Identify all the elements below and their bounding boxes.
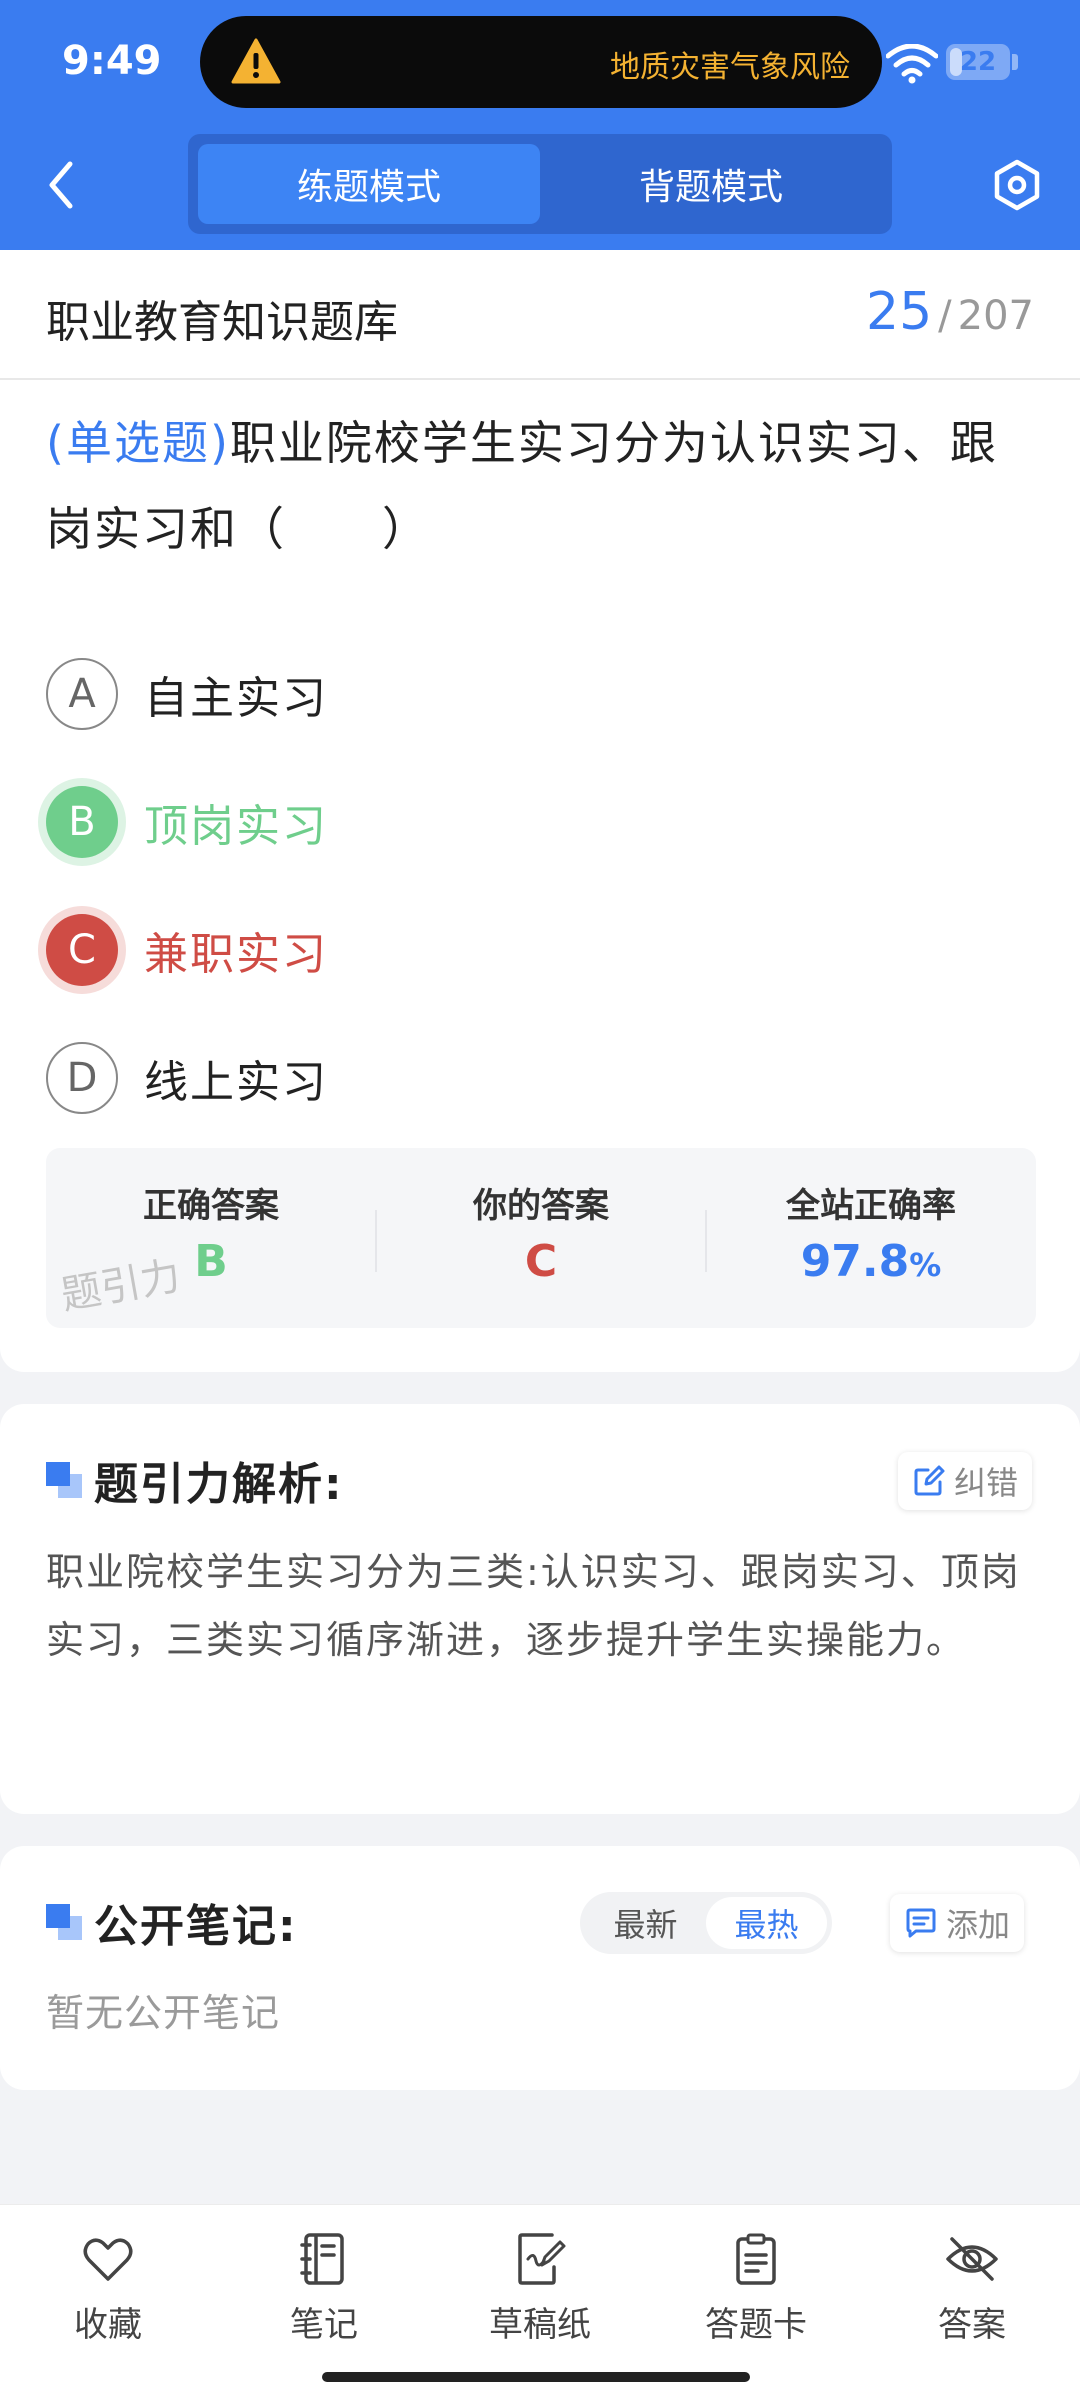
progress-current: 25	[865, 282, 933, 342]
question-text: (单选题)职业院校学生实习分为认识实习、跟岗实习和（ ）	[46, 400, 1036, 572]
analysis-title: 题引力解析:	[94, 1459, 344, 1510]
eye-off-icon	[946, 2237, 998, 2281]
public-notes-card: 公开笔记: 最新 最热 添加 暂无公开笔记	[0, 1846, 1080, 2090]
your-answer-col: 你的答案 C	[376, 1148, 706, 1328]
comment-icon	[906, 1908, 936, 1938]
home-indicator[interactable]	[322, 2372, 750, 2382]
option-a[interactable]: A 自主实习	[46, 658, 328, 730]
option-letter: B	[46, 786, 118, 858]
heart-icon	[83, 2238, 133, 2281]
option-text: 线上实习	[144, 1057, 328, 1108]
option-letter: C	[46, 914, 118, 986]
empty-notes-text: 暂无公开笔记	[46, 1991, 281, 2035]
question-card: 职业教育知识题库 25 / 207 (单选题)职业院校学生实习分为认识实习、跟岗…	[0, 250, 1080, 1372]
favorite-label: 收藏	[74, 2305, 142, 2345]
question-bank-title: 职业教育知识题库	[46, 297, 398, 348]
draft-paper-label: 草稿纸	[489, 2305, 591, 2345]
weather-alert-island[interactable]: 地质灾害气象风险	[200, 16, 882, 108]
battery-indicator: 22	[946, 44, 1010, 80]
section-square-icon	[46, 1462, 82, 1498]
header-divider	[0, 378, 1080, 380]
bottom-toolbar: 收藏 笔记 草稿纸 答题卡 答案	[0, 2204, 1080, 2400]
draft-paper-button[interactable]: 草稿纸	[450, 2231, 630, 2346]
tab-memorize-mode[interactable]: 背题模式	[540, 144, 882, 224]
site-accuracy-unit: %	[909, 1246, 942, 1284]
option-text: 兼职实习	[144, 929, 328, 980]
favorite-button[interactable]: 收藏	[18, 2231, 198, 2346]
answer-sheet-icon	[736, 2233, 776, 2285]
notes-button[interactable]: 笔记	[234, 2231, 414, 2346]
sort-latest[interactable]: 最新	[585, 1897, 706, 1949]
report-error-label: 纠错	[954, 1464, 1019, 1502]
option-text: 自主实习	[144, 673, 328, 724]
answer-summary: 正确答案 B 你的答案 C 全站正确率 97.8% 题引力	[46, 1148, 1036, 1328]
back-chevron-icon[interactable]	[40, 158, 86, 212]
option-letter: D	[46, 1042, 118, 1114]
show-answer-label: 答案	[938, 2305, 1006, 2345]
your-answer-label: 你的答案	[473, 1186, 609, 1226]
top-bar: 9:49 地质灾害气象风险 22 练题模式 背题模式	[0, 0, 1080, 250]
mode-switch: 练题模式 背题模式	[188, 134, 892, 234]
option-b[interactable]: B 顶岗实习	[46, 786, 328, 858]
add-note-button[interactable]: 添加	[890, 1894, 1025, 1952]
edit-icon	[914, 1465, 945, 1496]
your-answer-value: C	[524, 1236, 558, 1287]
report-error-button[interactable]: 纠错	[898, 1452, 1033, 1510]
notes-title: 公开笔记:	[94, 1901, 298, 1952]
section-square-icon	[46, 1904, 82, 1940]
sort-hottest[interactable]: 最热	[706, 1897, 827, 1949]
status-time: 9:49	[62, 38, 162, 84]
option-c[interactable]: C 兼职实习	[46, 914, 328, 986]
progress-total: 207	[957, 293, 1034, 339]
add-note-label: 添加	[946, 1906, 1011, 1944]
wifi-icon	[886, 44, 938, 84]
answer-sheet-button[interactable]: 答题卡	[666, 2231, 846, 2346]
notebook-icon	[300, 2233, 344, 2285]
correct-answer-label: 正确答案	[143, 1186, 279, 1226]
notes-sort-toggle: 最新 最热	[580, 1892, 832, 1954]
question-type: (单选题)	[46, 416, 230, 470]
battery-tip	[1012, 54, 1018, 70]
site-accuracy-label: 全站正确率	[786, 1186, 956, 1226]
tab-practice-mode[interactable]: 练题模式	[198, 144, 540, 224]
option-d[interactable]: D 线上实习	[46, 1042, 328, 1114]
option-letter: A	[46, 658, 118, 730]
show-answer-button[interactable]: 答案	[882, 2231, 1062, 2346]
weather-alert-text: 地质灾害气象风险	[610, 50, 850, 85]
site-accuracy-value: 97.8%	[706, 1236, 1036, 1287]
answer-sheet-label: 答题卡	[705, 2305, 807, 2345]
warning-icon	[231, 38, 281, 84]
option-text: 顶岗实习	[144, 801, 328, 852]
battery-level-text: 22	[959, 47, 997, 77]
question-progress[interactable]: 25 / 207	[866, 282, 1034, 342]
site-accuracy-number: 97.8	[800, 1236, 910, 1287]
analysis-text: 职业院校学生实习分为三类:认识实习、跟岗实习、顶岗实习，三类实习循序渐进，逐步提…	[46, 1550, 1021, 1662]
draft-paper-icon	[518, 2233, 566, 2285]
site-accuracy-col: 全站正确率 97.8%	[706, 1148, 1036, 1328]
notes-label: 笔记	[290, 2305, 358, 2345]
analysis-card: 题引力解析: 纠错 职业院校学生实习分为三类:认识实习、跟岗实习、顶岗实习，三类…	[0, 1404, 1080, 1814]
settings-icon[interactable]	[990, 158, 1044, 212]
progress-separator: /	[938, 293, 952, 339]
